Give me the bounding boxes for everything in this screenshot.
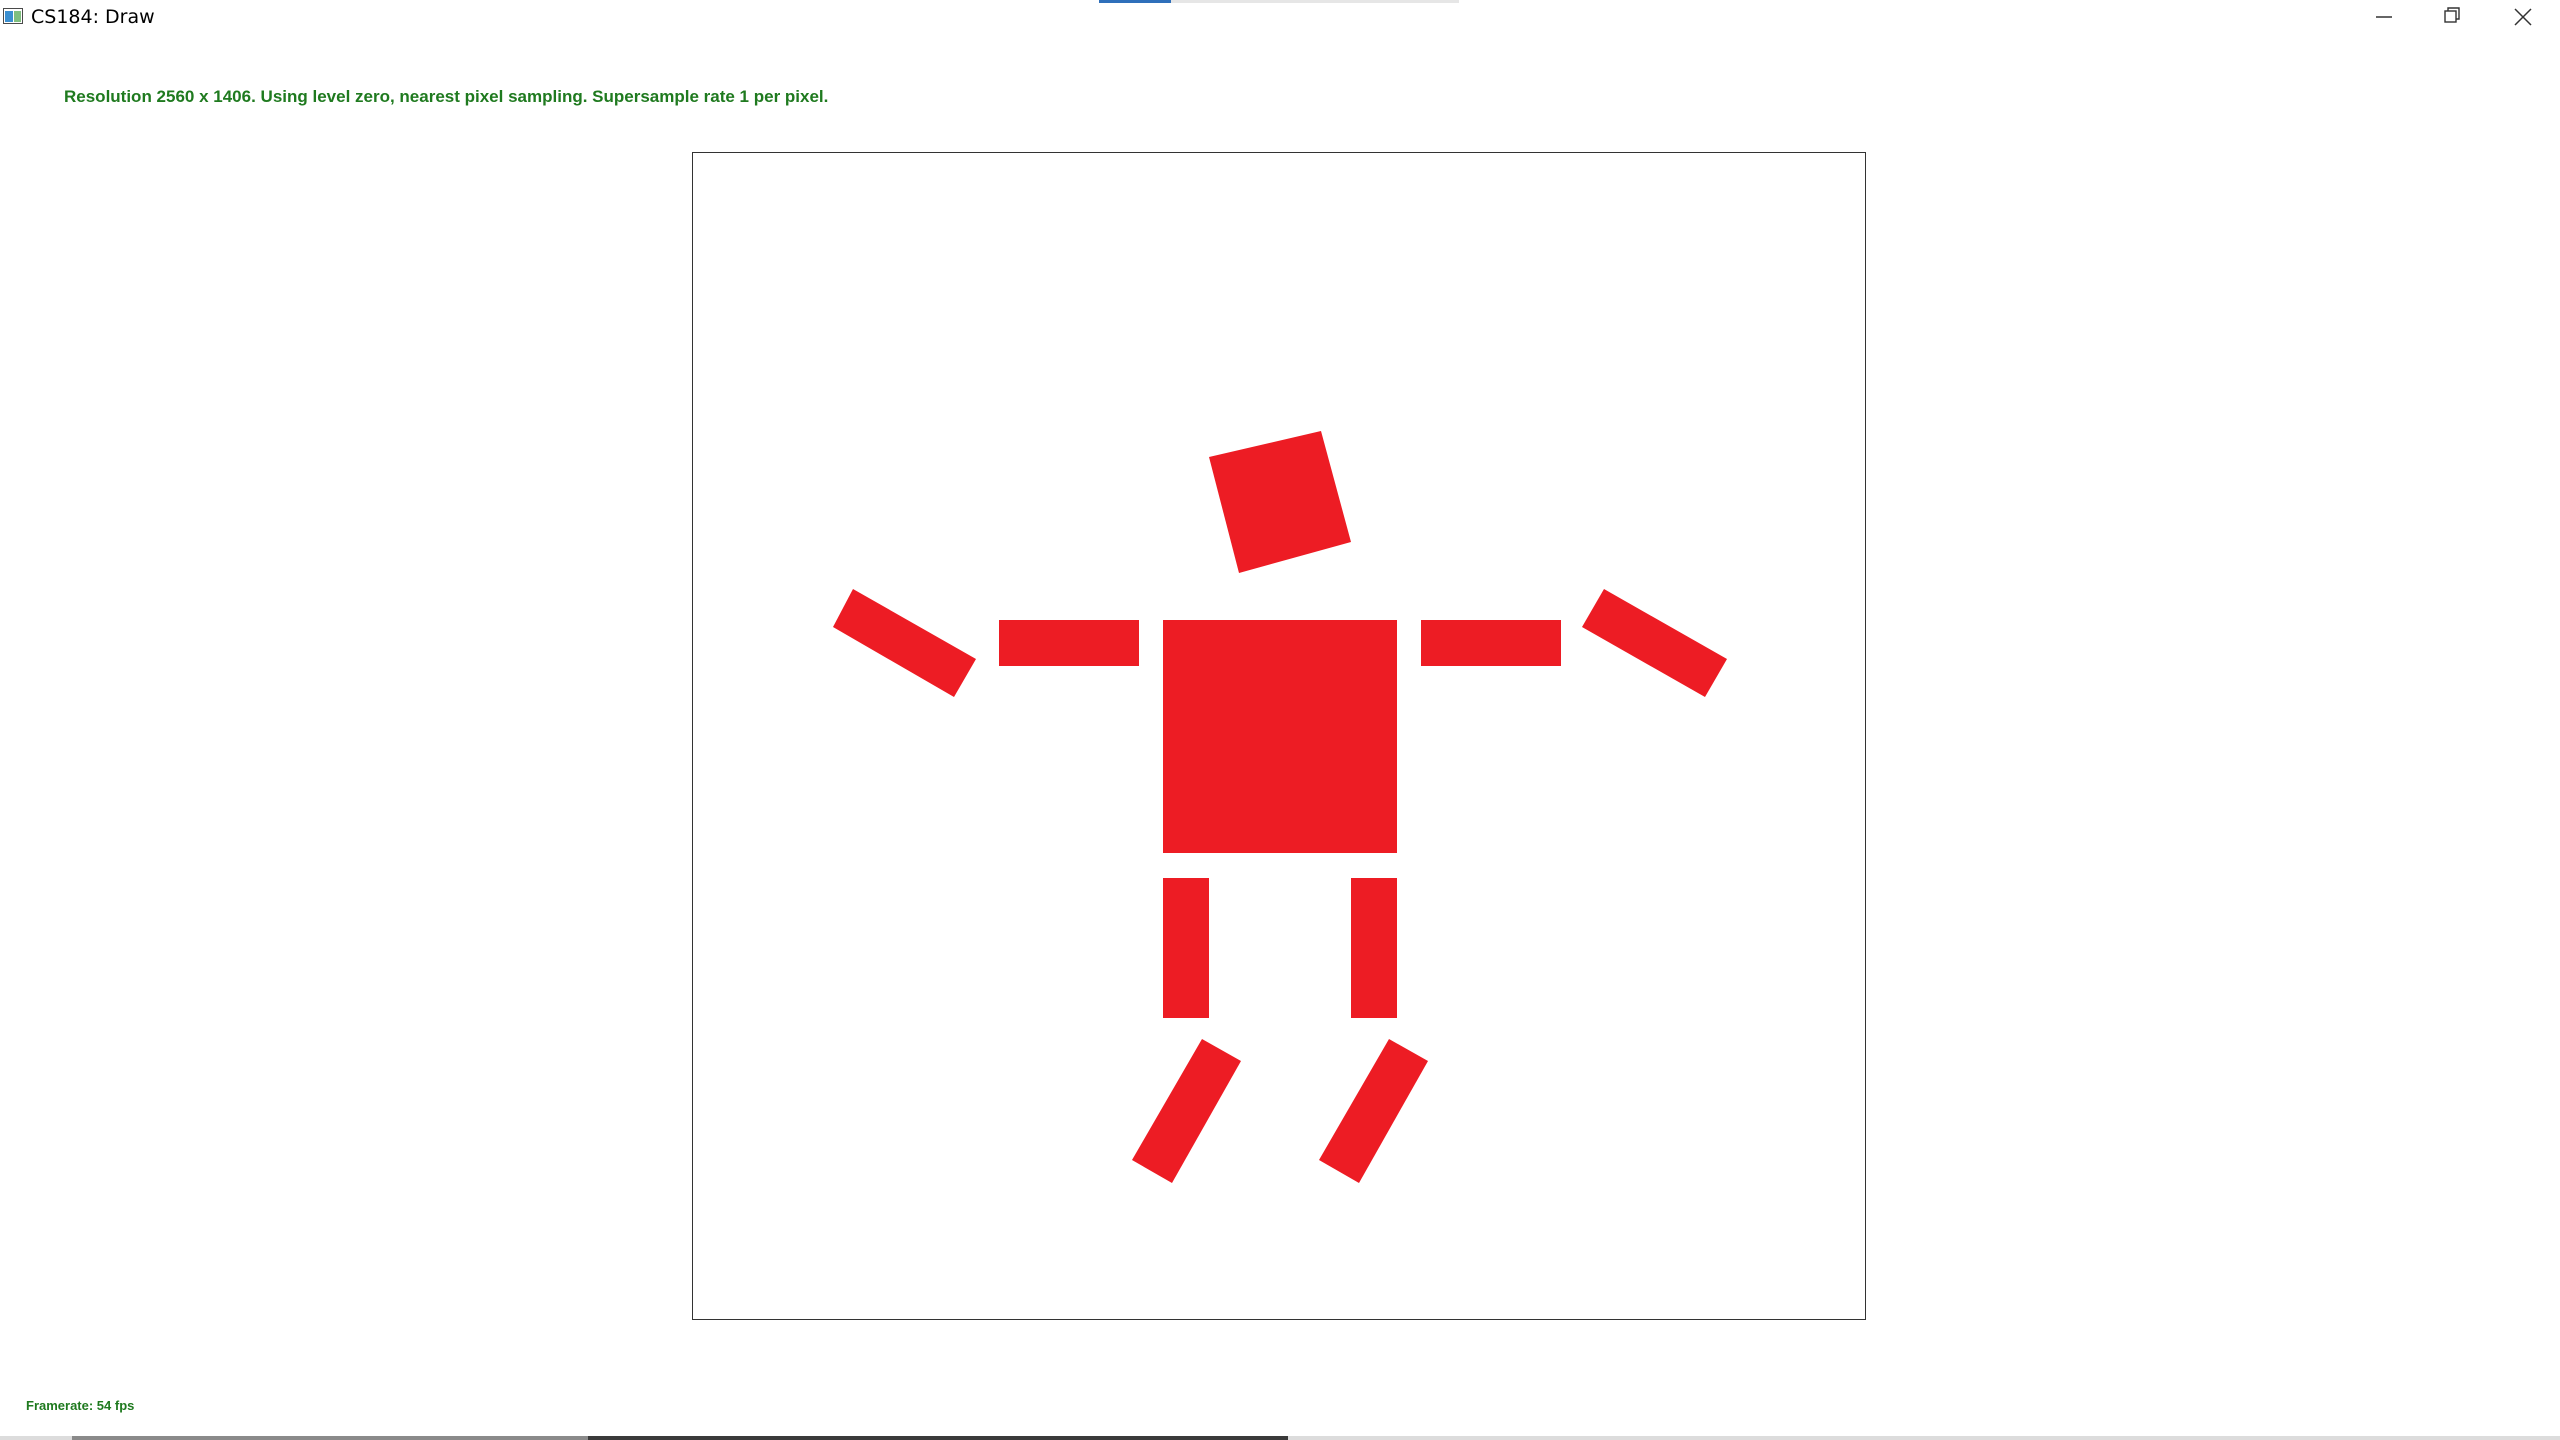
figure-left-upper-arm [999,620,1139,666]
figure-left-shin [1132,1039,1241,1183]
figure-right-thigh [1351,878,1397,1018]
figure-head [1209,431,1351,573]
bottom-edge-segment [72,1436,588,1440]
figure-torso [1163,620,1397,853]
framerate-readout: Framerate: 54 fps [26,1398,135,1413]
figure-right-shin [1319,1039,1428,1183]
figure-right-forearm [1582,589,1727,697]
figure-left-thigh [1163,878,1209,1018]
figure-right-upper-arm [1421,620,1561,666]
bottom-edge-segment [588,1436,1288,1440]
stick-figure-drawing [833,431,1727,1183]
bottom-edge-bar [0,1436,2560,1440]
figure-left-forearm [833,589,976,697]
